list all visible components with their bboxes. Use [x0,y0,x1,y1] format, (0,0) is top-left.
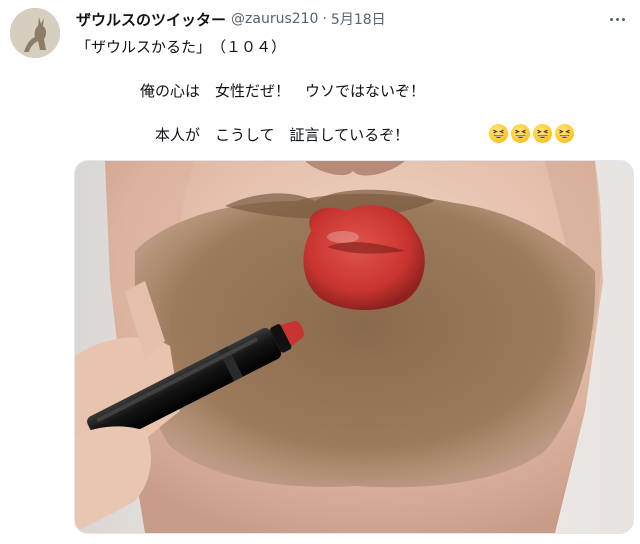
user-handle[interactable]: @zaurus210 [231,11,318,27]
tweet-text-line-1: 「ザウルスかるた」 （１０４） [76,38,287,56]
tweet-photo[interactable] [74,160,634,534]
more-horizontal-icon [609,17,613,21]
tweet-text-line-2: 俺の心は 女性だぜ！ ウソではないぞ！ [140,82,426,100]
avatar[interactable] [10,8,60,58]
separator: · [322,11,327,27]
tweet-text-line-3: 本人が こうして 証言しているぞ！ [155,126,410,144]
grinning-squinting-face-icon [511,124,530,143]
grinning-squinting-face-icon [489,124,508,143]
kangaroo-avatar-icon [10,8,60,58]
more-options-button[interactable] [606,10,628,28]
grinning-squinting-face-icon [555,124,574,143]
tweet-header: ザウルスのツイッター @zaurus210 · 5月18日 [76,8,600,30]
grinning-squinting-face-icon [533,124,552,143]
emoji-group [489,124,574,143]
tweet-date[interactable]: 5月18日 [331,9,386,29]
display-name[interactable]: ザウルスのツイッター [76,9,226,30]
man-with-lipstick-image [75,161,633,533]
tweet: ザウルスのツイッター @zaurus210 · 5月18日 「ザウルスかるた」 … [0,0,640,544]
